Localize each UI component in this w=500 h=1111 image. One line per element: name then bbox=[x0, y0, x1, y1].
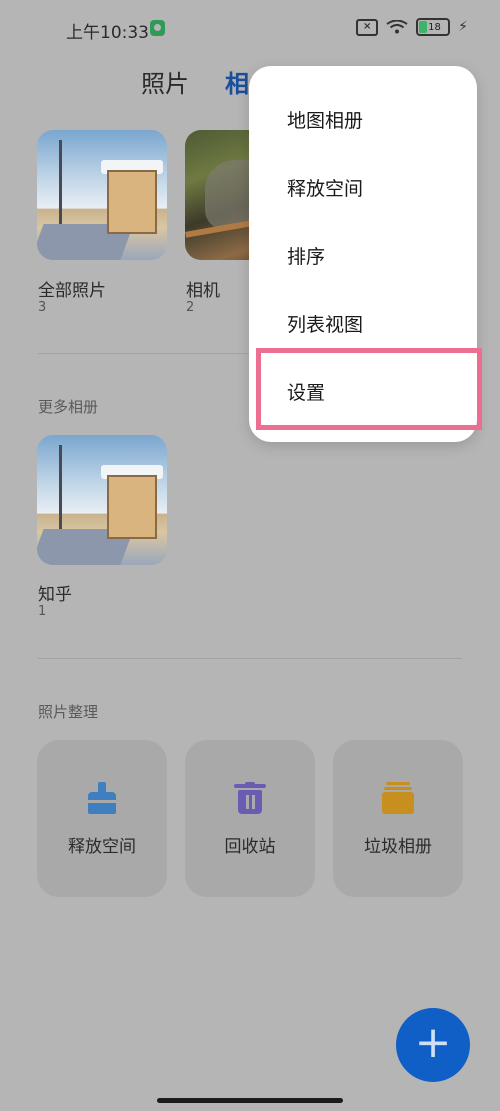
charging-icon: ⚡ bbox=[458, 19, 468, 35]
menu-item-label: 列表视图 bbox=[287, 314, 364, 336]
battery-icon: 18 bbox=[416, 18, 451, 36]
recycle-bin-card[interactable]: 回收站 bbox=[185, 740, 315, 897]
sim-off-icon: × bbox=[356, 18, 379, 36]
status-time: 上午10:33 bbox=[66, 23, 149, 43]
album-name: 相机 bbox=[186, 281, 220, 301]
settings-highlight-box bbox=[256, 348, 482, 430]
wifi-icon bbox=[386, 20, 408, 34]
section-title-organize: 照片整理 bbox=[38, 703, 99, 721]
divider bbox=[38, 658, 462, 659]
card-label: 回收站 bbox=[224, 837, 276, 857]
card-label: 垃圾相册 bbox=[364, 837, 432, 857]
album-thumb-zhihu[interactable] bbox=[37, 435, 167, 565]
menu-item-label: 地图相册 bbox=[287, 110, 364, 132]
free-space-card[interactable]: 释放空间 bbox=[37, 740, 167, 897]
tab-albums[interactable]: 相 bbox=[225, 64, 249, 99]
menu-item-label: 释放空间 bbox=[287, 178, 364, 200]
tab-photos[interactable]: 照片 bbox=[141, 64, 189, 99]
gallery-screen: 上午10:33 × 18 ⚡ 照片 相 全部照片 3 相机 2 更多相册 知乎 … bbox=[0, 0, 500, 1111]
add-album-button[interactable]: + bbox=[396, 1008, 470, 1082]
shield-icon bbox=[150, 20, 165, 36]
menu-item-sort[interactable]: 排序 bbox=[249, 224, 477, 284]
album-name: 知乎 bbox=[38, 585, 72, 605]
menu-item-list-view[interactable]: 列表视图 bbox=[249, 292, 477, 352]
menu-item-map-album[interactable]: 地图相册 bbox=[249, 88, 477, 148]
album-count: 2 bbox=[186, 300, 195, 315]
box-icon bbox=[382, 782, 414, 816]
battery-level: 18 bbox=[428, 21, 441, 33]
junk-album-card[interactable]: 垃圾相册 bbox=[333, 740, 463, 897]
trash-icon bbox=[234, 782, 266, 816]
section-title-more-albums: 更多相册 bbox=[38, 398, 99, 416]
album-count: 1 bbox=[38, 604, 47, 619]
status-icons: × 18 ⚡ bbox=[356, 18, 468, 36]
menu-item-free-space[interactable]: 释放空间 bbox=[249, 156, 477, 216]
menu-item-label: 排序 bbox=[287, 246, 326, 268]
album-thumb-all-photos[interactable] bbox=[37, 130, 167, 260]
brush-icon bbox=[86, 782, 118, 816]
album-count: 3 bbox=[38, 300, 47, 315]
card-label: 释放空间 bbox=[68, 837, 136, 857]
home-indicator[interactable] bbox=[157, 1098, 343, 1103]
album-name: 全部照片 bbox=[38, 281, 106, 301]
